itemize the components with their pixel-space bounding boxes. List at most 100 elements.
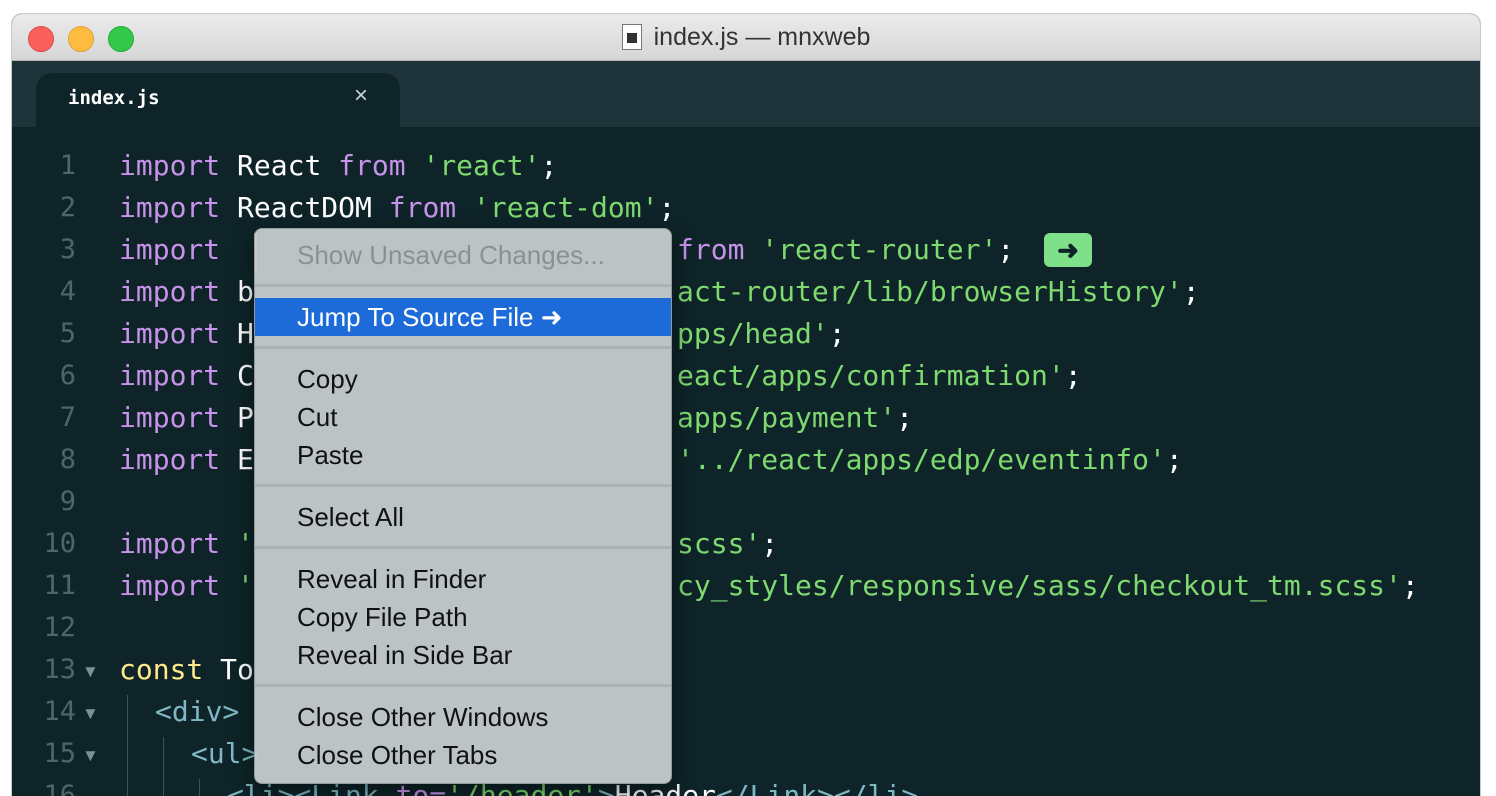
line-number: 7	[59, 402, 76, 433]
code-line-14: <div>	[155, 695, 239, 728]
line-number: 11	[43, 570, 76, 601]
string: cy_styles/responsive/sass/checkout_tm.sc…	[677, 569, 1402, 602]
identifier: C	[220, 359, 254, 392]
code-line-5-end: pps/head';	[677, 317, 846, 350]
keyword: import	[119, 191, 221, 224]
menu-separator	[255, 346, 671, 349]
indent-guide	[199, 779, 200, 796]
string: '	[220, 527, 254, 560]
jsx-tag: </Link></li>	[715, 779, 919, 796]
identifier: P	[220, 401, 254, 434]
code-line-10-start: import '	[119, 527, 254, 560]
menu-item-reveal-in-finder[interactable]: Reveal in Finder	[255, 560, 671, 598]
code-line-3-start: import	[119, 233, 237, 266]
menu-item-show-unsaved-changes: Show Unsaved Changes...	[297, 240, 605, 270]
keyword: import	[119, 233, 221, 266]
menu-separator	[255, 484, 671, 487]
fold-arrow-icon[interactable]: ▼	[82, 704, 99, 724]
code-line-3-end: from 'react-router';	[677, 233, 1014, 266]
jsx-tag: <div>	[155, 695, 240, 728]
menu-item-copy[interactable]: Copy	[255, 360, 671, 398]
code-line-5-start: import H	[119, 317, 254, 350]
menu-item-copy-file-path[interactable]: Copy File Path	[255, 598, 671, 636]
menu-item-reveal-in-side-bar[interactable]: Reveal in Side Bar	[255, 636, 671, 674]
string: 'react-router'	[744, 233, 998, 266]
fold-arrow-icon[interactable]: ▼	[82, 746, 99, 766]
code-line-6-start: import C	[119, 359, 254, 392]
code-editor[interactable]: 1 2 3 4 5 6 7 8 9 10 11 12 13 14 15 16 ▼…	[12, 127, 1480, 796]
line-number: 16	[43, 780, 76, 796]
identifier: E	[220, 443, 254, 476]
punctuation: ;	[896, 401, 914, 434]
line-number: 3	[59, 234, 76, 265]
fold-arrow-icon[interactable]: ▼	[82, 662, 99, 682]
string: '../react/apps/edp/eventinfo'	[677, 443, 1166, 476]
line-number: 2	[59, 192, 76, 223]
punctuation: ;	[1401, 569, 1419, 602]
js-file-icon	[621, 24, 642, 50]
menu-item-close-other-tabs[interactable]: Close Other Tabs	[255, 736, 671, 774]
menu-item-select-all[interactable]: Select All	[255, 498, 671, 536]
keyword: from	[338, 149, 406, 182]
punctuation: ;	[658, 191, 676, 224]
code-line-8-start: import E	[119, 443, 254, 476]
string: pps/head'	[677, 317, 829, 350]
code-line-8-end: '../react/apps/edp/eventinfo';	[677, 443, 1183, 476]
keyword: import	[119, 527, 221, 560]
line-number: 9	[59, 486, 76, 517]
code-line-6-end: eact/apps/confirmation';	[677, 359, 1082, 392]
line-number: 10	[43, 528, 76, 559]
line-number: 14	[43, 696, 76, 727]
code-line-2: import ReactDOM from 'react-dom';	[119, 191, 675, 224]
window-title-group: index.js — mnxweb	[12, 14, 1480, 60]
string: 'react-dom'	[456, 191, 659, 224]
punctuation: ;	[1165, 443, 1183, 476]
string: apps/payment'	[677, 401, 897, 434]
keyword: import	[119, 359, 221, 392]
punctuation: ;	[997, 233, 1015, 266]
menu-separator	[255, 546, 671, 549]
tab-bar: index.js ×	[12, 61, 1480, 129]
line-number: 8	[59, 444, 76, 475]
code-line-11-start: import '	[119, 569, 254, 602]
menu-item-close-other-windows[interactable]: Close Other Windows	[255, 698, 671, 736]
menu-item-jump-to-source-file[interactable]: Jump To Source File ➜	[255, 298, 671, 336]
menu-item-paste[interactable]: Paste	[255, 436, 671, 474]
jsx-tag: <ul>	[191, 737, 259, 770]
line-number: 5	[59, 318, 76, 349]
code-line-15: <ul>	[191, 737, 258, 770]
punctuation: ;	[540, 149, 558, 182]
line-number: 1	[59, 150, 76, 181]
keyword: import	[119, 401, 221, 434]
punctuation: ;	[1182, 275, 1200, 308]
line-number: 4	[59, 276, 76, 307]
string: '	[220, 569, 254, 602]
code-line-11-end: cy_styles/responsive/sass/checkout_tm.sc…	[677, 569, 1419, 602]
keyword: const	[119, 653, 204, 686]
window-title: index.js — mnxweb	[653, 22, 871, 51]
goto-definition-icon[interactable]: ➜	[1044, 233, 1092, 267]
tab-index-js[interactable]: index.js ×	[36, 73, 400, 129]
tab-close-icon[interactable]: ×	[350, 84, 372, 108]
keyword: import	[119, 317, 221, 350]
identifier: React	[220, 149, 339, 182]
context-menu: Show Unsaved Changes... Jump To Source F…	[254, 228, 672, 784]
string: eact/apps/confirmation'	[677, 359, 1065, 392]
identifier: H	[220, 317, 254, 350]
menu-separator	[255, 684, 671, 687]
title-bar: index.js — mnxweb	[12, 14, 1480, 61]
code-line-7-start: import P	[119, 401, 254, 434]
identifier: To	[203, 653, 254, 686]
keyword: import	[119, 443, 221, 476]
line-number: 15	[43, 738, 76, 769]
punctuation: ;	[828, 317, 846, 350]
tab-label: index.js	[68, 87, 160, 109]
code-line-4-end: act-router/lib/browserHistory';	[677, 275, 1200, 308]
keyword: import	[119, 275, 221, 308]
line-number: 6	[59, 360, 76, 391]
code-line-10-end: scss';	[677, 527, 778, 560]
menu-item-cut[interactable]: Cut	[255, 398, 671, 436]
line-number: 13	[43, 654, 76, 685]
code-line-1: import React from 'react';	[119, 149, 557, 182]
